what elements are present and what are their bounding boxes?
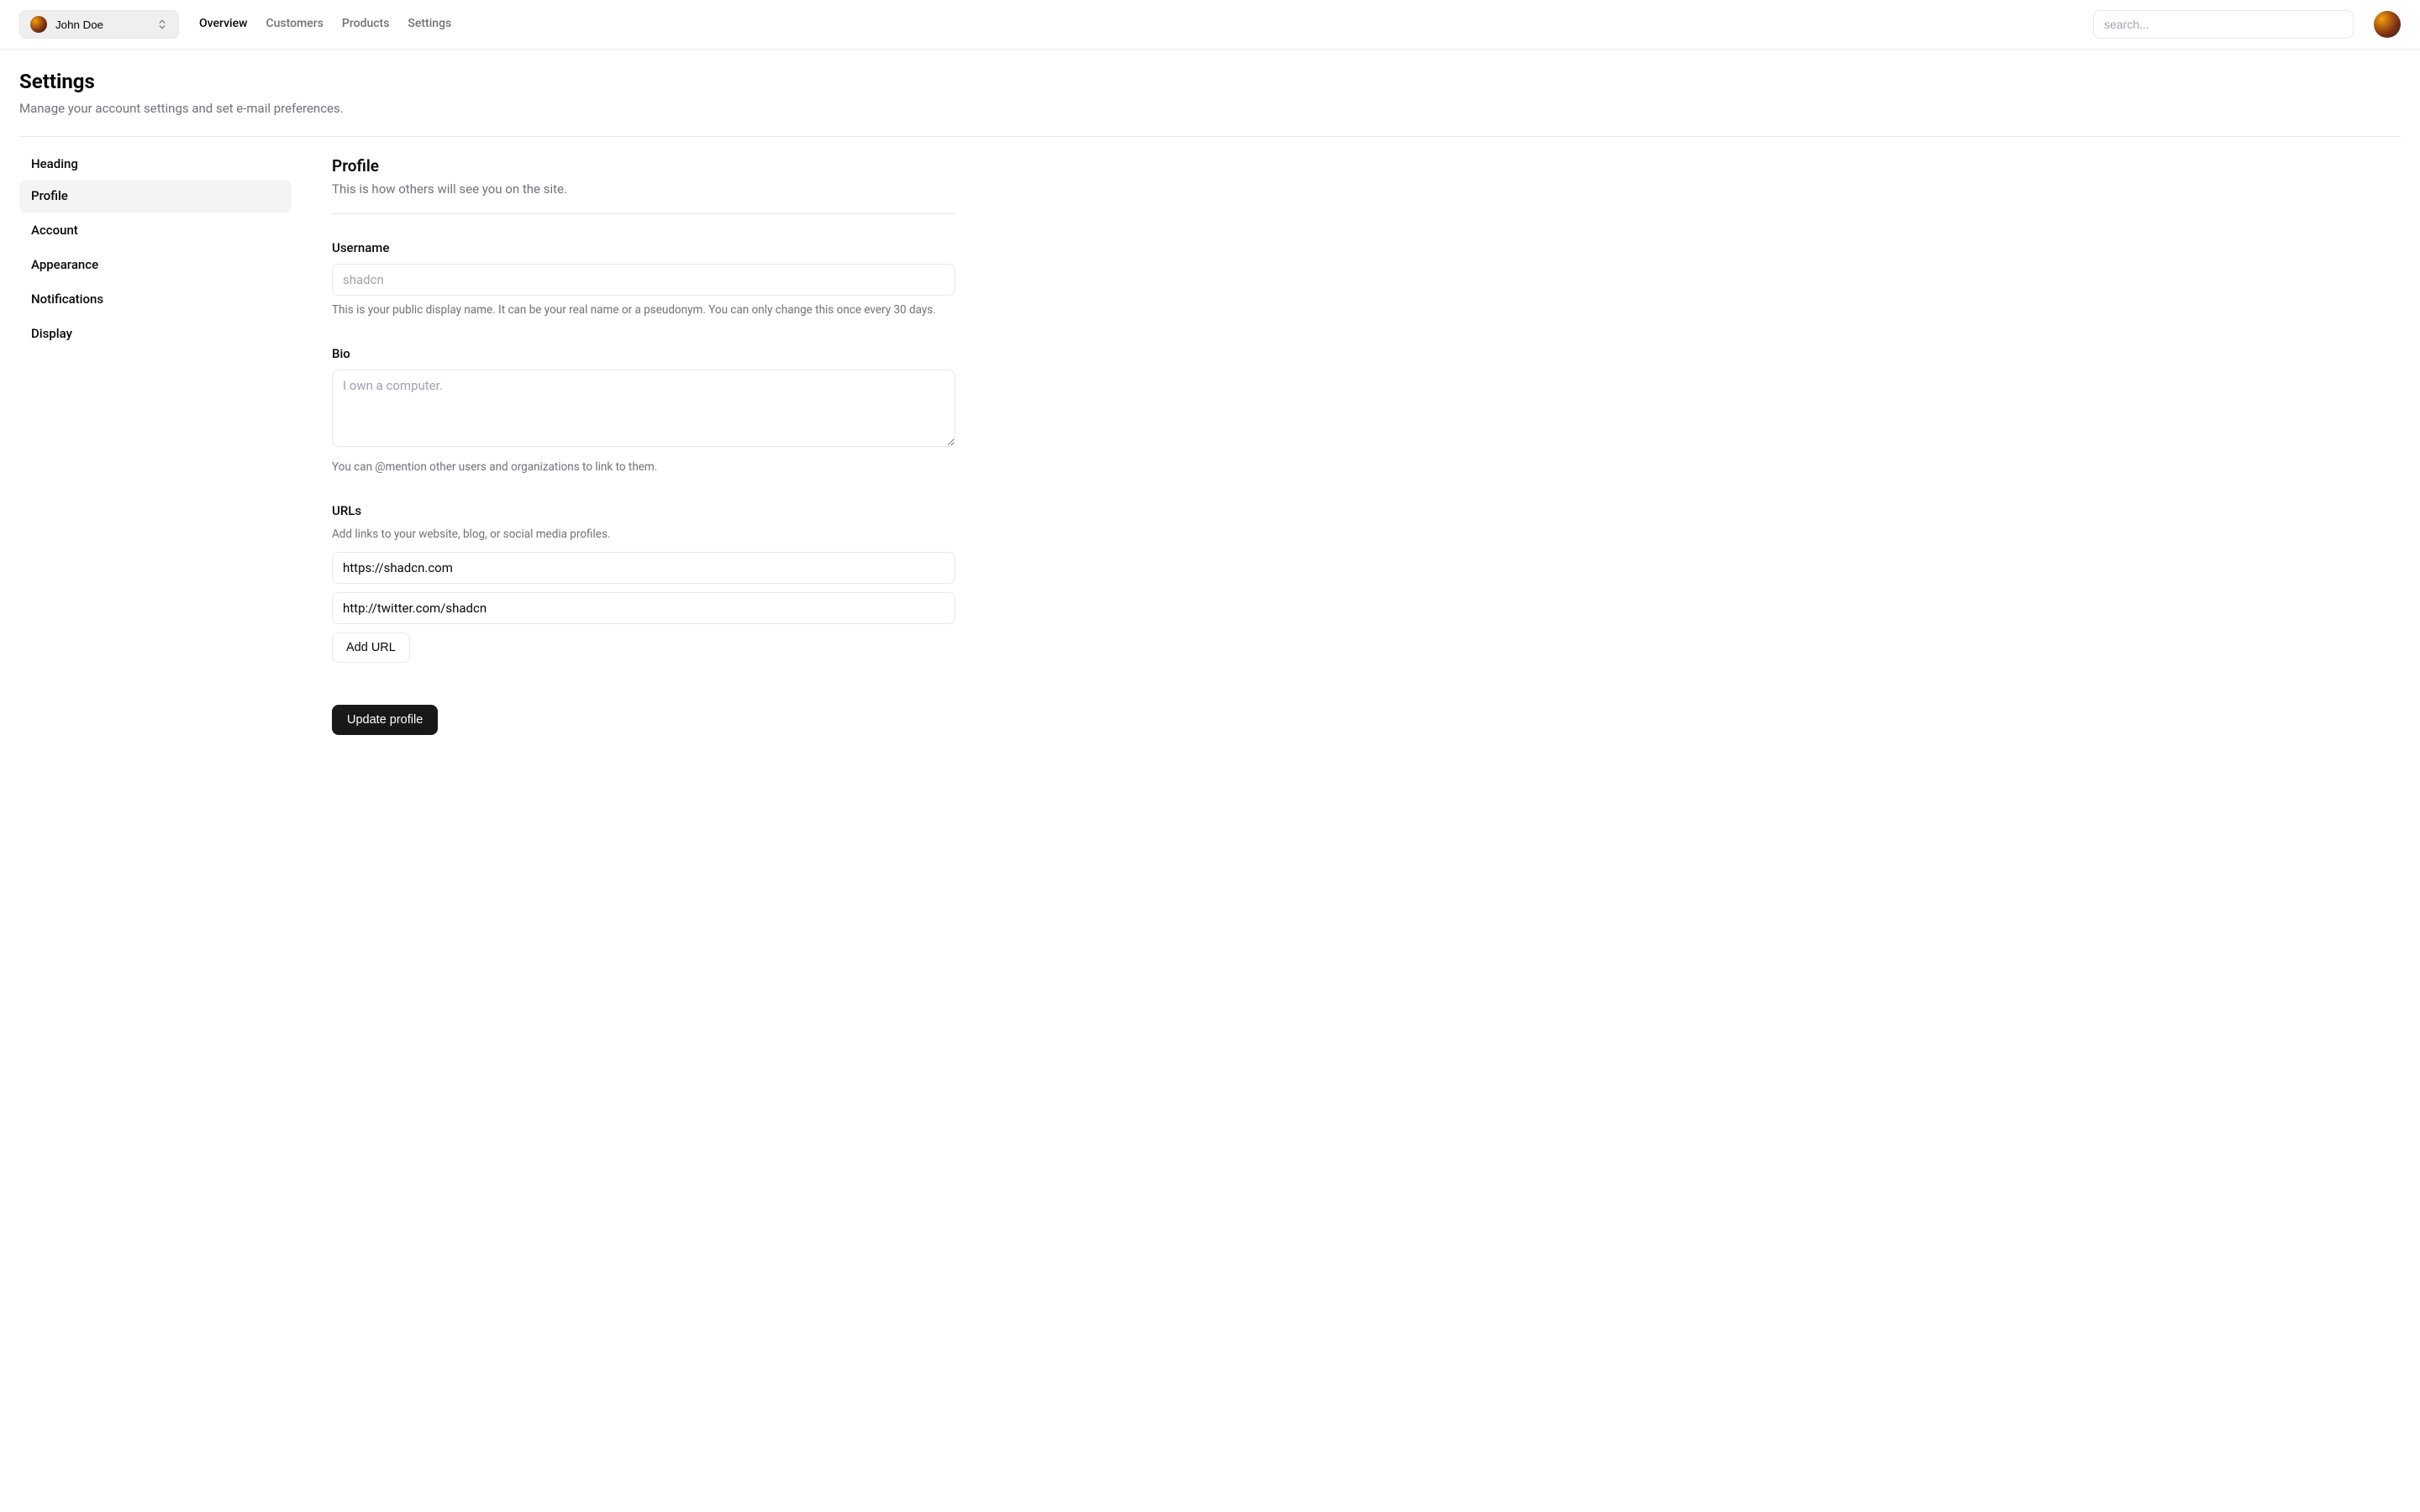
sidebar-item-display[interactable]: Display <box>19 318 292 350</box>
primary-nav: Overview Customers Products Settings <box>199 16 451 33</box>
username-help: This is your public display name. It can… <box>332 302 955 318</box>
urls-label: URLs <box>332 502 955 520</box>
user-avatar[interactable] <box>2374 11 2401 38</box>
chevrons-up-down-icon <box>156 18 168 30</box>
nav-settings[interactable]: Settings <box>408 16 451 33</box>
sidebar-item-notifications[interactable]: Notifications <box>19 283 292 316</box>
page-subtitle: Manage your account settings and set e-m… <box>19 100 2401 118</box>
sidebar-item-appearance[interactable]: Appearance <box>19 249 292 281</box>
bio-help: You can @mention other users and organiz… <box>332 459 955 475</box>
section-divider <box>332 213 955 214</box>
urls-help: Add links to your website, blog, or soci… <box>332 527 955 543</box>
nav-products[interactable]: Products <box>342 16 390 33</box>
team-switcher-label: John Doe <box>55 18 103 31</box>
url-input-0[interactable] <box>332 552 955 584</box>
settings-sidebar: Heading Profile Account Appearance Notif… <box>19 155 292 736</box>
url-input-1[interactable] <box>332 592 955 624</box>
settings-main: Profile This is how others will see you … <box>332 155 955 736</box>
section-subtitle: This is how others will see you on the s… <box>332 181 955 198</box>
nav-overview[interactable]: Overview <box>199 16 247 33</box>
search-input[interactable] <box>2093 10 2354 39</box>
username-label: Username <box>332 239 955 257</box>
divider <box>19 136 2401 137</box>
topbar: John Doe Overview Customers Products Set… <box>0 0 2420 50</box>
section-title: Profile <box>332 155 955 178</box>
nav-customers[interactable]: Customers <box>266 16 323 33</box>
team-switcher[interactable]: John Doe <box>19 10 179 39</box>
bio-label: Bio <box>332 345 955 363</box>
sidebar-item-account[interactable]: Account <box>19 214 292 247</box>
add-url-button[interactable]: Add URL <box>332 633 410 663</box>
sidebar-item-profile[interactable]: Profile <box>19 180 292 213</box>
update-profile-button[interactable]: Update profile <box>332 705 438 735</box>
page-title: Settings <box>19 68 2401 97</box>
sidebar-heading: Heading <box>19 155 292 173</box>
username-input[interactable] <box>332 264 955 296</box>
bio-textarea[interactable] <box>332 370 955 447</box>
avatar-icon <box>30 16 47 33</box>
